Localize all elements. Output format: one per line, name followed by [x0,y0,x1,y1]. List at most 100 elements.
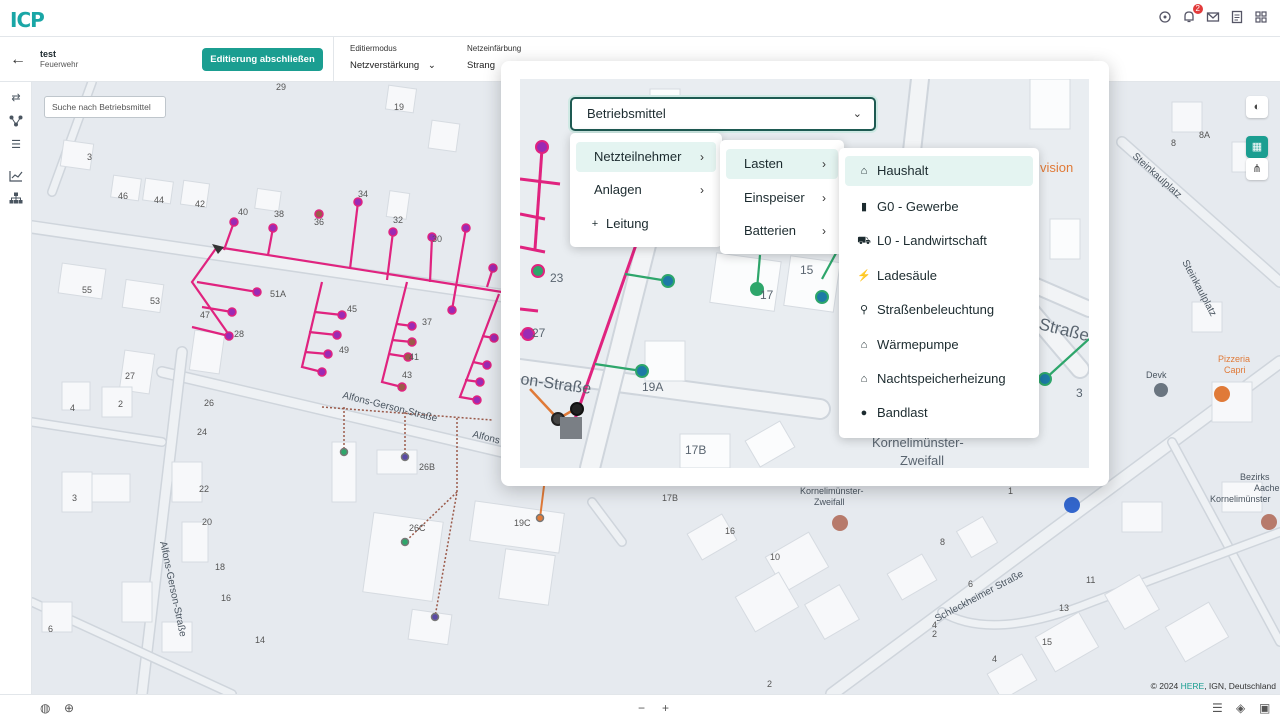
network-icon[interactable] [1158,10,1172,24]
bottom-bar: ◍ ⊕ − + ☰ ◈ ▣ [0,694,1280,720]
svg-text:1: 1 [1008,486,1013,496]
back-arrow-icon[interactable]: ← [10,51,26,69]
svg-text:4: 4 [70,403,75,413]
list-filter-icon[interactable]: ☰ [9,139,23,151]
swap-icon[interactable]: ⇄ [9,92,23,104]
svg-text:19: 19 [394,102,404,112]
notification-badge: 2 [1192,4,1203,14]
subcategory-menu: Lasten › Einspeiser › Batterien › [720,140,844,254]
menu-item-label: Bandlast [877,405,928,420]
svg-text:13: 13 [1059,603,1069,613]
top-bar: ICP 2 [0,0,1280,37]
menu-item-netzteilnehmer[interactable]: Netzteilnehmer › [576,142,716,172]
svg-text:17B: 17B [685,443,706,457]
mail-icon[interactable] [1206,10,1220,24]
menu-item-label: Anlagen [594,182,642,197]
svg-text:15: 15 [800,263,814,277]
menu-item-label: Lasten [744,156,784,171]
svg-text:45: 45 [347,304,357,314]
apps-grid-icon[interactable] [1254,10,1268,24]
palette-icon[interactable]: ◐ [1246,96,1268,118]
coloring-select[interactable]: Strang [467,60,495,71]
chevron-right-icon: › [700,183,704,197]
svg-text:8A: 8A [1199,130,1210,140]
attribution-brand[interactable]: HERE [1181,681,1205,691]
menu-item-label: Wärmepumpe [877,337,959,352]
edit-mode-value: Netzverstärkung [350,60,420,71]
menu-item-lasten[interactable]: Lasten › [726,149,838,179]
document-icon[interactable] [1230,10,1244,24]
hierarchy-view-icon[interactable]: ⋔ [1246,158,1268,180]
edit-mode-label: Editiermodus [350,44,397,53]
app-logo[interactable]: ICP [10,8,45,32]
svg-text:28: 28 [234,329,244,339]
menu-item-batterien[interactable]: Batterien › [726,216,838,246]
svg-text:18: 18 [215,562,225,572]
chart-line-icon[interactable] [9,170,23,182]
menu-item-leitung[interactable]: + Leitung [576,209,716,239]
svg-text:27: 27 [125,371,135,381]
menu-item-label: Haushalt [877,163,929,178]
svg-text:3: 3 [1076,386,1083,400]
menu-item-haushalt[interactable]: ⌂ Haushalt [845,156,1033,186]
svg-text:2: 2 [932,629,937,639]
menu-item-label: Einspeiser [744,190,805,205]
svg-text:38: 38 [274,209,284,219]
svg-text:51A: 51A [270,289,286,299]
menu-item-landwirtschaft[interactable]: ⛟ L0 - Landwirtschaft [845,226,1033,256]
svg-text:17: 17 [760,288,774,302]
svg-text:20: 20 [202,517,212,527]
zoom-out-icon[interactable]: − [638,701,645,715]
asset-type-select-value: Betriebsmittel [587,106,666,121]
svg-text:16: 16 [221,593,231,603]
zoom-in-icon[interactable]: + [662,701,669,715]
map-view-icon[interactable]: ▦ [1246,136,1268,158]
list-icon[interactable]: ☰ [1212,701,1223,715]
menu-item-einspeiser[interactable]: Einspeiser › [726,183,838,213]
menu-item-anlagen[interactable]: Anlagen › [576,175,716,205]
layers-icon[interactable]: ◈ [1236,701,1245,715]
svg-text:46: 46 [118,191,128,201]
svg-text:53: 53 [150,296,160,306]
map-attribution: © 2024 HERE, IGN, Deutschland [1151,681,1276,691]
svg-text:Devk: Devk [1146,370,1167,380]
bell-icon[interactable]: 2 [1182,4,1203,24]
menu-item-strassenbeleuchtung[interactable]: ⚲ Straßenbeleuchtung [845,295,1033,325]
search-input[interactable]: Suche nach Betriebsmittel [44,96,166,118]
menu-item-ladesaeule[interactable]: ⚡ Ladesäule [845,261,1033,291]
svg-text:44: 44 [154,195,164,205]
svg-text:34: 34 [358,189,368,199]
street-lamp-icon: ⚲ [859,304,869,316]
svg-text:Pizzeria: Pizzeria [1218,354,1250,364]
image-icon[interactable]: ▣ [1259,701,1270,715]
svg-text:2: 2 [767,679,772,689]
chevron-right-icon: › [822,224,826,238]
chevron-down-icon: ⌄ [427,60,436,71]
svg-text:32: 32 [393,215,403,225]
menu-item-bandlast[interactable]: ● Bandlast [845,398,1033,428]
locate-icon[interactable]: ⊕ [64,701,74,715]
svg-text:41: 41 [409,352,419,362]
svg-text:6: 6 [48,624,53,634]
menu-item-label: Ladesäule [877,268,937,283]
svg-text:Kornelimünster: Kornelimünster [1210,494,1271,504]
menu-item-waermepumpe[interactable]: ⌂ Wärmepumpe [845,330,1033,360]
menu-item-nachtspeicherheizung[interactable]: ⌂ Nachtspeicherheizung [845,364,1033,394]
asset-type-select[interactable]: Betriebsmittel ⌄ [570,97,876,131]
topology-icon[interactable] [9,115,23,127]
svg-text:22: 22 [199,484,209,494]
edit-mode-select[interactable]: Netzverstärkung ⌄ [350,60,436,71]
svg-text:16: 16 [725,526,735,536]
svg-text:Zweifall: Zweifall [900,453,944,468]
chevron-right-icon: › [822,157,826,171]
finish-editing-button[interactable]: Editierung abschließen [202,48,323,71]
svg-text:26C: 26C [409,523,426,533]
svg-text:Capri: Capri [1224,365,1246,375]
globe-icon[interactable]: ◍ [40,701,50,715]
svg-text:Aache: Aache [1254,483,1280,493]
menu-item-gewerbe[interactable]: ▮ G0 - Gewerbe [845,192,1033,222]
chevron-down-icon: ⌄ [852,108,862,120]
svg-text:2: 2 [118,399,123,409]
menu-item-label: Straßenbeleuchtung [877,302,995,317]
hierarchy-icon[interactable] [9,192,23,204]
